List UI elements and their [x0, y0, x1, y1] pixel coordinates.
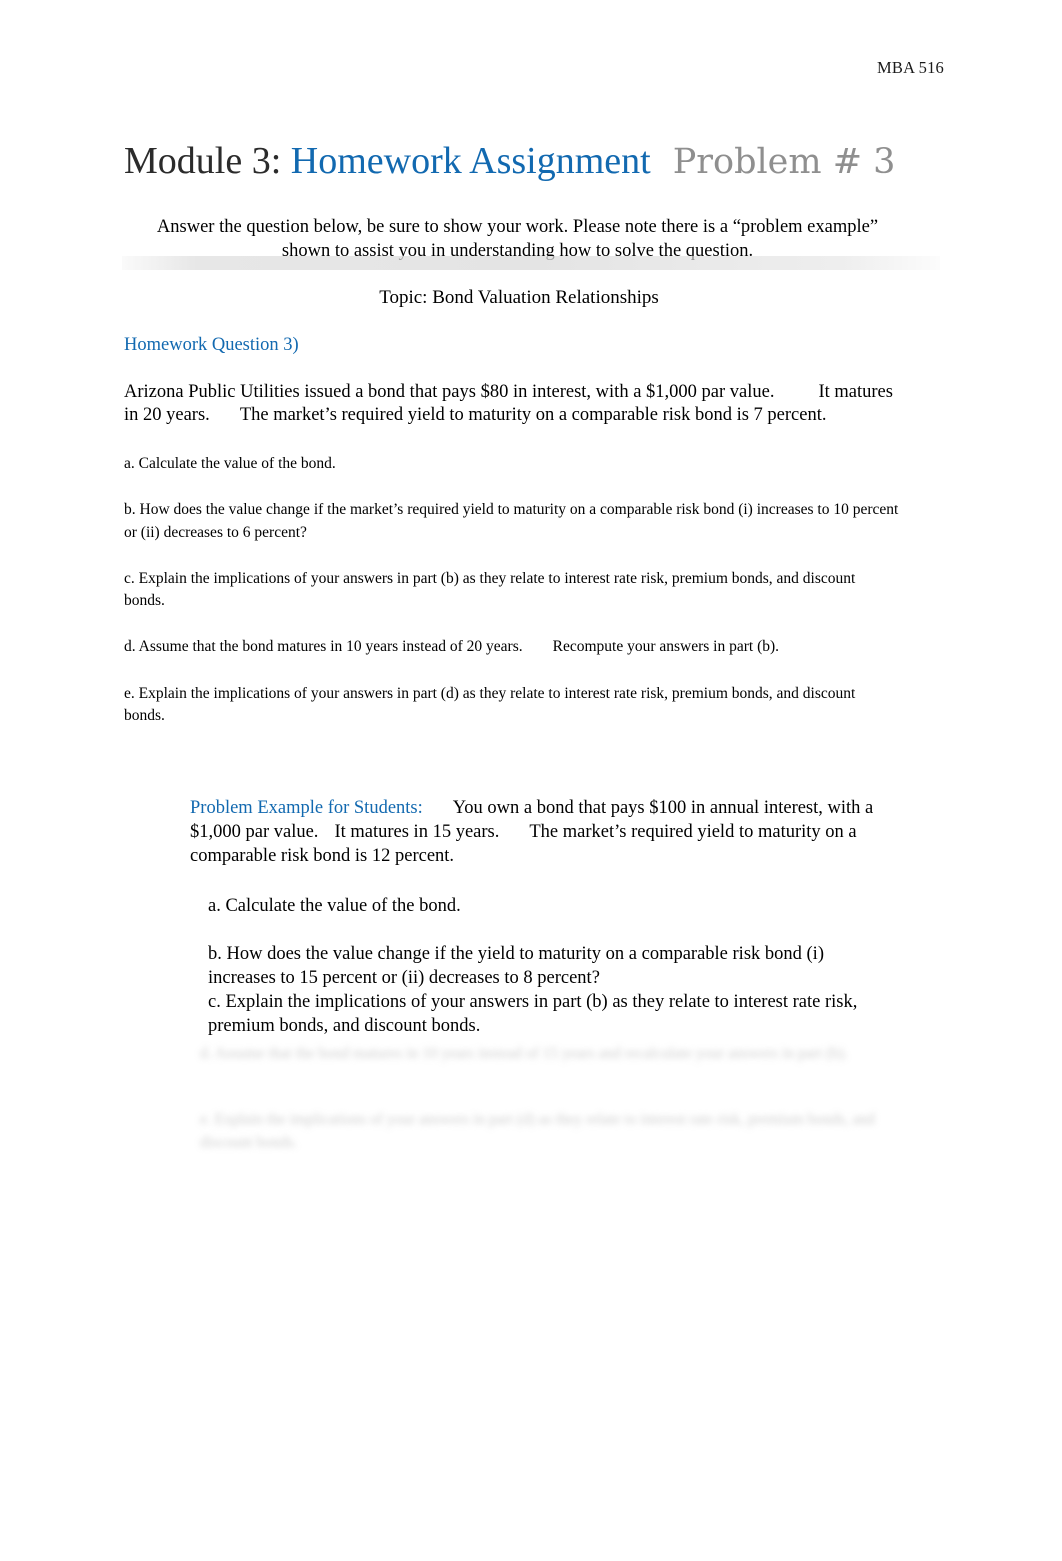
title-module-part: Module 3: [124, 140, 282, 182]
question-intro-sentence-3: The market’s required yield to maturity … [239, 404, 827, 425]
question-part-a: a. Calculate the value of the bond. [124, 454, 336, 472]
page-title: Module 3: Homework Assignment Problem # 3 [124, 140, 944, 183]
example-part-d-redacted: d. Assume that the bond matures in 10 ye… [200, 1045, 848, 1062]
title-assignment-part: Homework Assignment [290, 140, 651, 182]
example-part-c: c. Explain the implications of your answ… [208, 992, 858, 1037]
document-page: MBA 516 Module 3: Homework Assignment Pro… [0, 0, 1062, 1561]
question-part-d-sentence-1: d. Assume that the bond matures in 10 ye… [124, 638, 523, 656]
example-lead-sentence-2: It matures in 15 years. [334, 822, 500, 843]
running-header-course-code: MBA 516 [877, 58, 944, 77]
question-intro-sentence-1: Arizona Public Utilities issued a bond t… [124, 382, 775, 402]
topic-line: Topic: Bond Valuation Relationships [379, 287, 659, 308]
question-part-e: e. Explain the implications of your answ… [124, 684, 856, 725]
example-parts-list: a. Calculate the value of the bond. b. H… [190, 894, 896, 1038]
question-part-d-sentence-2: Recompute your answers in part (b). [552, 638, 780, 656]
example-part-b: b. How does the value change if the yiel… [208, 944, 824, 989]
question-part-d: d. Assume that the bond matures in 10 ye… [124, 636, 899, 658]
example-part-b-wrapper: b. How does the value change if the yiel… [208, 942, 896, 1038]
problem-example-block: Problem Example for Students: You own a b… [190, 796, 896, 1062]
question-body: Arizona Public Utilities issued a bond t… [124, 381, 899, 727]
section-heading-homework-question: Homework Question 3) [124, 335, 299, 355]
question-part-b: b. How does the value change if the mark… [124, 501, 899, 541]
example-part-a: a. Calculate the value of the bond. [208, 896, 461, 917]
question-part-c: c. Explain the implications of your answ… [124, 569, 856, 610]
highlight-band [122, 256, 940, 270]
title-problem-part: Problem # 3 [672, 142, 896, 182]
example-lead-paragraph: Problem Example for Students: You own a b… [190, 796, 896, 868]
question-intro-paragraph: Arizona Public Utilities issued a bond t… [124, 381, 899, 427]
example-part-e-redacted: e. Explain the implications of your answ… [200, 1111, 875, 1152]
example-label: Problem Example for Students: [190, 798, 423, 818]
